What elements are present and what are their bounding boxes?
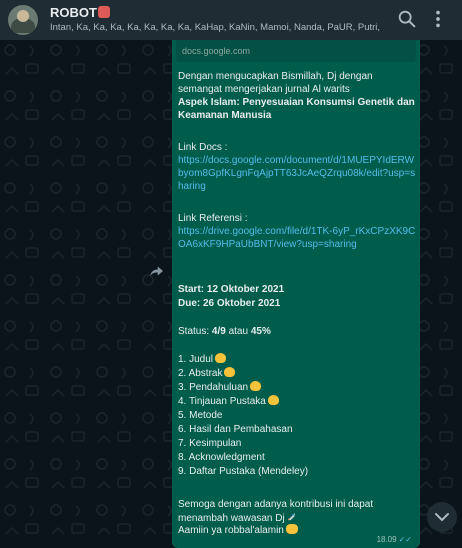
checklist-item: 7. Kesimpulan bbox=[178, 437, 416, 450]
checklist-item-text: 7. Kesimpulan bbox=[178, 438, 242, 449]
scroll-down-button[interactable] bbox=[427, 502, 457, 532]
checklist-item: 2. Abstrak bbox=[178, 367, 416, 380]
status-mid: atau bbox=[225, 326, 251, 337]
status-prefix: Status: bbox=[178, 326, 212, 337]
closing-line-1: Semoga dengan adanya kontribusi ini dapa… bbox=[178, 498, 416, 525]
link-preview-domain: docs.google.com bbox=[182, 46, 251, 56]
rocket-emoji-icon bbox=[287, 512, 295, 521]
checklist-item-text: 2. Abstrak bbox=[178, 368, 223, 379]
search-icon[interactable] bbox=[396, 8, 418, 30]
checklist-item: 8. Acknowledgment bbox=[178, 451, 416, 464]
closing-text: Semoga dengan adanya kontribusi ini dapa… bbox=[178, 499, 374, 524]
checklist-item-text: 9. Daftar Pustaka (Mendeley) bbox=[178, 466, 309, 477]
ref-link[interactable]: https://drive.google.com/file/d/1TK-6yP_… bbox=[178, 225, 416, 251]
start-date: Start: 12 Oktober 2021 bbox=[178, 284, 285, 295]
checklist-item-text: 8. Acknowledgment bbox=[178, 452, 265, 463]
docs-link[interactable]: https://docs.google.com/document/d/1MUEP… bbox=[178, 154, 416, 193]
message-bubble[interactable]: docs.google.com Dengan mengucapkan Bismi… bbox=[172, 40, 420, 548]
group-avatar[interactable] bbox=[8, 5, 38, 35]
checklist-item-text: 1. Judul bbox=[178, 354, 214, 365]
chick-emoji-icon bbox=[224, 367, 236, 377]
chat-header[interactable]: ROBOT Intan, Ka, Ka, Ka, Ka, Ka, Ka, Ka,… bbox=[0, 0, 462, 40]
checklist-item: 4. Tinjauan Pustaka bbox=[178, 395, 416, 408]
link-preview[interactable]: docs.google.com bbox=[176, 40, 416, 62]
forward-icon[interactable] bbox=[148, 262, 166, 280]
message-topic: Aspek Islam: Penyesuaian Konsumsi Geneti… bbox=[178, 97, 415, 121]
docs-label: Link Docs : bbox=[178, 142, 228, 153]
checklist-item-text: 6. Hasil dan Pembahasan bbox=[178, 424, 293, 435]
read-receipt-icon: ✓✓ bbox=[398, 535, 412, 544]
checklist-item-text: 4. Tinjauan Pustaka bbox=[178, 396, 266, 407]
ref-label: Link Referensi : bbox=[178, 213, 248, 224]
status-line: Status: 4/9 atau 45% bbox=[178, 325, 416, 338]
chat-title-text: ROBOT bbox=[50, 5, 97, 20]
checklist-item-text: 5. Metode bbox=[178, 410, 223, 421]
checklist-item-text: 3. Pendahuluan bbox=[178, 382, 249, 393]
checklist-item: 9. Daftar Pustaka (Mendeley) bbox=[178, 465, 416, 478]
message-intro: Dengan mengucapkan Bismillah, Dj dengan … bbox=[178, 71, 373, 95]
chick-emoji-icon bbox=[250, 381, 262, 391]
status-count: 4/9 bbox=[211, 326, 226, 337]
checklist-item: 5. Metode bbox=[178, 409, 416, 422]
raised-hands-emoji-icon bbox=[285, 524, 298, 534]
chat-area[interactable]: docs.google.com Dengan mengucapkan Bismi… bbox=[0, 40, 462, 548]
timestamp-text: 18.09 bbox=[376, 535, 397, 544]
chick-emoji-icon bbox=[215, 353, 227, 363]
closing-prayer: Aamiin ya robbal'alamin bbox=[178, 525, 284, 536]
chat-title[interactable]: ROBOT bbox=[50, 5, 110, 20]
checklist-item: 1. Judul bbox=[178, 353, 416, 366]
chick-emoji-icon bbox=[267, 395, 279, 405]
robot-emoji-icon bbox=[97, 6, 110, 18]
member-list: Intan, Ka, Ka, Ka, Ka, Ka, Ka, Ka, KaHap… bbox=[50, 22, 380, 33]
menu-icon[interactable] bbox=[427, 8, 449, 30]
status-percent: 45% bbox=[250, 326, 271, 337]
checklist-item: 6. Hasil dan Pembahasan bbox=[178, 423, 416, 436]
due-date: Due: 26 Oktober 2021 bbox=[178, 298, 281, 309]
checklist-item: 3. Pendahuluan bbox=[178, 381, 416, 394]
message-timestamp: 18.09 ✓✓ bbox=[377, 535, 412, 544]
